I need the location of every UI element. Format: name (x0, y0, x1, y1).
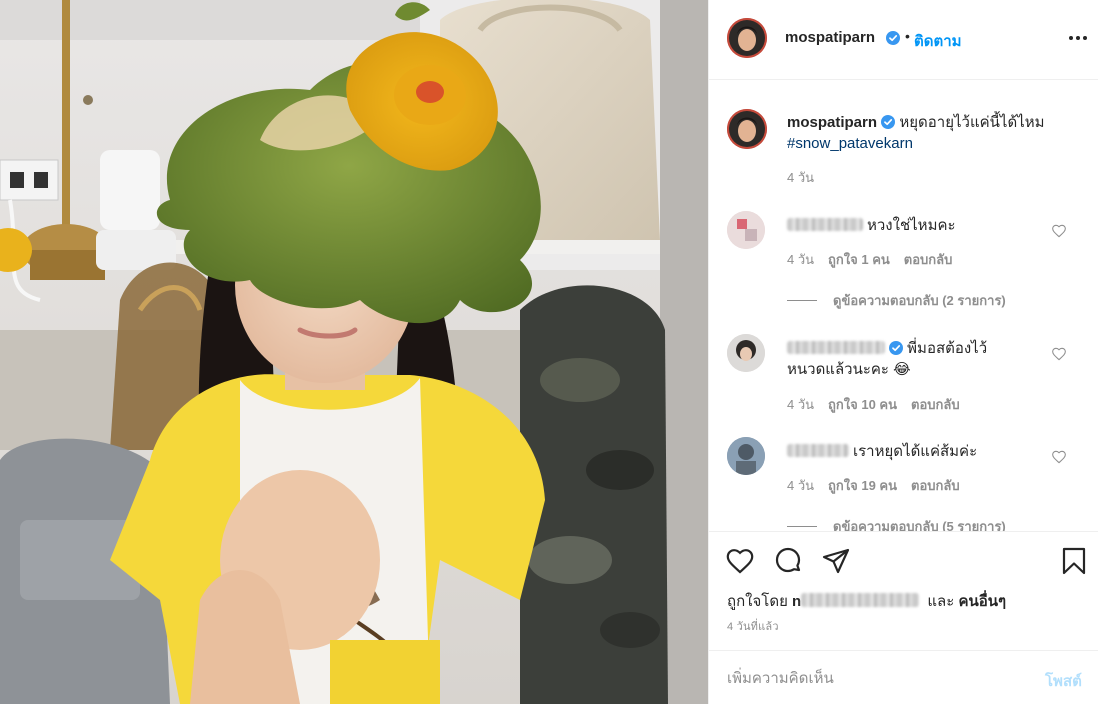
add-comment-input[interactable] (727, 665, 1027, 691)
comment-body-line1: พี่มอสต้องไว้ (907, 340, 988, 357)
verified-badge-icon (881, 115, 896, 129)
comment-body: เราหยุดได้แค่ส้มค่ะ (853, 443, 978, 460)
commenter-avatar[interactable] (727, 334, 765, 372)
follow-button[interactable]: ติดตาม (914, 29, 962, 53)
replies-divider (787, 300, 817, 301)
commenter-username-blurred[interactable] (787, 444, 849, 457)
caption-time[interactable]: 4 วัน (787, 167, 814, 188)
commenter-username-blurred[interactable] (787, 218, 863, 231)
heart-icon[interactable] (1051, 449, 1067, 465)
liked-by-and: และ (927, 593, 955, 610)
post-comment-button[interactable]: โพสต์ (1045, 669, 1082, 693)
comment-text-block: เราหยุดได้แค่ส้มค่ะ (787, 441, 1042, 462)
view-replies-button[interactable]: ดูข้อความตอบกลับ (2 รายการ) (787, 290, 1006, 311)
post-photo (0, 0, 708, 704)
more-options-icon[interactable] (1066, 28, 1090, 48)
heart-icon[interactable] (1051, 223, 1067, 239)
comment-text-block: หวงใช่ไหมคะ (787, 215, 1042, 236)
heart-icon[interactable] (1051, 346, 1067, 362)
like-heart-icon[interactable] (725, 546, 755, 576)
comments-list[interactable]: mospatiparn หยุดอายุไว้แค่นี้ได้ไหม #sno… (709, 81, 1098, 531)
comment-meta: 4 วัน ถูกใจ 19 คน ตอบกลับ (787, 475, 974, 496)
follow-separator: • (905, 28, 910, 44)
post-photo-illustration (0, 0, 708, 704)
comment-time[interactable]: 4 วัน (787, 478, 814, 493)
liked-by-user-initial[interactable]: n (792, 593, 801, 610)
caption-text-block: mospatiparn หยุดอายุไว้แค่นี้ได้ไหม #sno… (787, 112, 1077, 154)
commenter-avatar[interactable] (727, 211, 765, 249)
comment-reply-button[interactable]: ตอบกลับ (904, 252, 953, 267)
liked-by-others-link[interactable]: คนอื่นๆ (958, 593, 1006, 610)
liked-by-line: ถูกใจโดย n และ คนอื่นๆ (727, 589, 1006, 613)
bookmark-icon[interactable] (1059, 546, 1089, 576)
comment-icon[interactable] (773, 546, 803, 576)
comment-body: หวงใช่ไหมคะ (867, 217, 956, 234)
author-avatar[interactable] (727, 18, 767, 58)
comment-time[interactable]: 4 วัน (787, 252, 814, 267)
comment-likes[interactable]: ถูกใจ 19 คน (828, 478, 897, 493)
comment-body-line2: หนวดแล้วนะคะ 😂 (787, 361, 911, 378)
comment-text-block: พี่มอสต้องไว้ หนวดแล้วนะคะ 😂 (787, 338, 1042, 380)
view-replies-label: ดูข้อความตอบกลับ (5 รายการ) (833, 519, 1006, 531)
post-header: mospatiparn • ติดตาม (709, 0, 1098, 80)
comment-reply-button[interactable]: ตอบกลับ (911, 478, 960, 493)
post-timestamp[interactable]: 4 วันที่แล้ว (727, 617, 779, 635)
commenter-username-blurred[interactable] (787, 341, 885, 354)
replies-divider (787, 526, 817, 527)
comment-time[interactable]: 4 วัน (787, 397, 814, 412)
comment-likes[interactable]: ถูกใจ 1 คน (828, 252, 890, 267)
view-replies-button[interactable]: ดูข้อความตอบกลับ (5 รายการ) (787, 516, 1006, 531)
caption-username[interactable]: mospatiparn (787, 114, 877, 131)
liked-by-username-blurred[interactable] (801, 593, 920, 607)
caption-hashtag[interactable]: #snow_patavekarn (787, 135, 913, 152)
comment-reply-button[interactable]: ตอบกลับ (911, 397, 960, 412)
share-icon[interactable] (821, 546, 851, 576)
caption-body: หยุดอายุไว้แค่นี้ได้ไหม (899, 114, 1045, 131)
commenter-avatar[interactable] (727, 437, 765, 475)
author-username[interactable]: mospatiparn (785, 29, 875, 46)
caption-author-avatar[interactable] (727, 109, 767, 149)
comment-likes[interactable]: ถูกใจ 10 คน (828, 397, 897, 412)
verified-badge-icon (889, 341, 903, 355)
add-comment-bar: โพสต์ (709, 650, 1098, 704)
comment-meta: 4 วัน ถูกใจ 1 คน ตอบกลับ (787, 249, 966, 270)
verified-badge-icon (886, 31, 900, 45)
view-replies-label: ดูข้อความตอบกลับ (2 รายการ) (833, 293, 1006, 308)
comment-meta: 4 วัน ถูกใจ 10 คน ตอบกลับ (787, 394, 974, 415)
post-side-panel: mospatiparn • ติดตาม mospatiparn หยุดอาย… (708, 0, 1098, 704)
liked-by-prefix: ถูกใจโดย (727, 593, 788, 610)
post-actions: ถูกใจโดย n และ คนอื่นๆ 4 วันที่แล้ว (709, 531, 1098, 656)
